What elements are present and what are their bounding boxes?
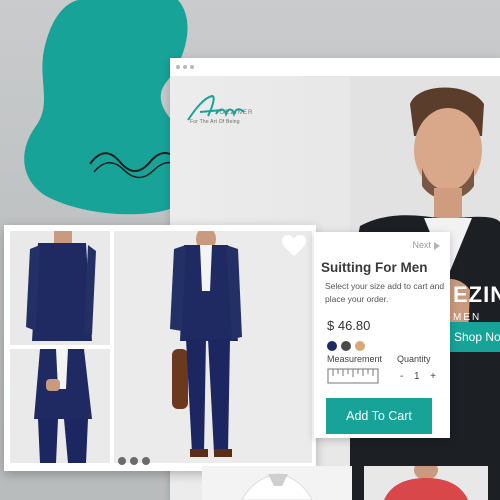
next-label: Next xyxy=(412,240,431,250)
product-title: Suitting For Men xyxy=(321,260,428,275)
suit-detail-image xyxy=(10,349,110,463)
heart-icon[interactable] xyxy=(282,235,306,257)
suit-back-image xyxy=(10,231,110,345)
next-arrow-icon xyxy=(434,241,440,250)
ruler-icon[interactable] xyxy=(327,368,379,384)
window-dot xyxy=(176,65,180,69)
suit-front-image xyxy=(114,231,312,463)
shop-now-button[interactable]: Shop No xyxy=(450,322,500,352)
product-details-panel: Next Suitting For Men Select your size a… xyxy=(314,232,450,438)
increment-button[interactable]: + xyxy=(430,371,436,382)
logo-name: DEZINER xyxy=(220,110,254,116)
carousel-dot[interactable] xyxy=(142,457,150,465)
swatch-navy[interactable] xyxy=(327,341,337,351)
measurement-label: Measurement xyxy=(327,354,383,364)
product-preview-card[interactable] xyxy=(202,466,352,500)
preview-image xyxy=(202,466,352,500)
quantity-stepper: - 1 + xyxy=(400,371,436,382)
shop-now-label: Shop No xyxy=(454,330,500,344)
product-preview-card[interactable] xyxy=(364,466,488,500)
product-gallery-card xyxy=(4,225,316,471)
product-main-image[interactable] xyxy=(114,231,312,463)
quantity-value: 1 xyxy=(413,371,420,382)
carousel-dot[interactable] xyxy=(130,457,138,465)
quantity-label: Quantity xyxy=(397,354,431,364)
swatch-tan[interactable] xyxy=(355,341,365,351)
product-price: $ 46.80 xyxy=(327,318,371,333)
decrement-button[interactable]: - xyxy=(400,371,403,382)
logo-tagline: For The Art Of Being xyxy=(190,119,240,125)
preview-image xyxy=(364,466,488,500)
add-to-cart-button[interactable]: Add To Cart xyxy=(326,398,432,434)
window-dot xyxy=(183,65,187,69)
hero-headline: EZINE xyxy=(453,282,500,307)
window-dot xyxy=(190,65,194,69)
carousel-dots xyxy=(118,452,154,470)
product-thumbnail-back[interactable] xyxy=(10,231,110,345)
carousel-dot[interactable] xyxy=(118,457,126,465)
next-button[interactable]: Next xyxy=(412,240,440,250)
swatch-charcoal[interactable] xyxy=(341,341,351,351)
product-thumbnail-detail[interactable] xyxy=(10,349,110,463)
product-description: Select your size add to cart and place y… xyxy=(325,281,445,304)
browser-toolbar xyxy=(170,58,500,77)
